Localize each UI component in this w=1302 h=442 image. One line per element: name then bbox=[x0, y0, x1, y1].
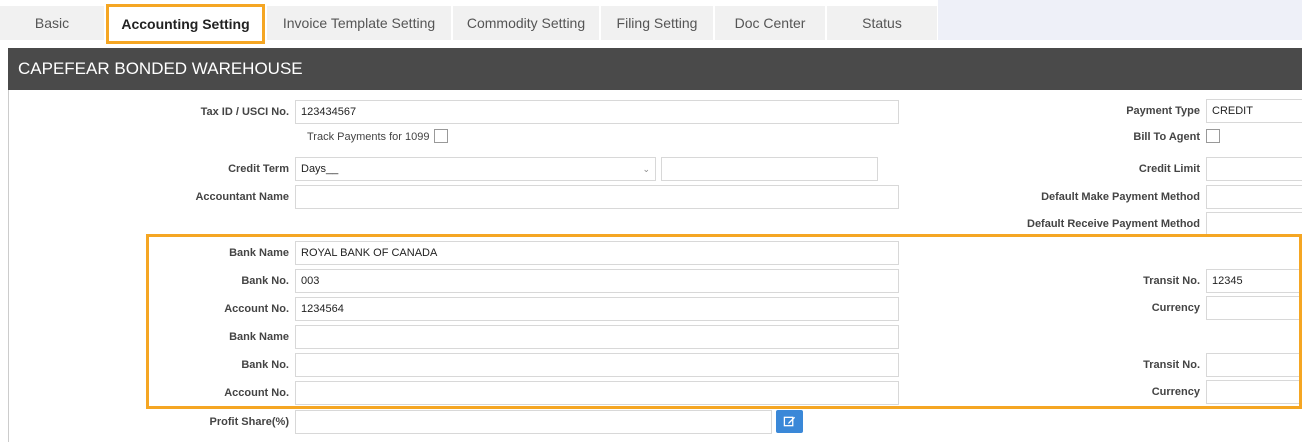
track-payments-label: Track Payments for 1099 bbox=[307, 131, 430, 143]
tab-doc-center[interactable]: Doc Center bbox=[715, 6, 825, 40]
currency-select[interactable] bbox=[1206, 296, 1302, 320]
currency-label: Currency bbox=[1151, 302, 1200, 314]
account-no-input[interactable]: 1234564 bbox=[295, 297, 899, 321]
bank-no-input[interactable]: 003 bbox=[295, 269, 899, 293]
default-receive-payment-label: Default Receive Payment Method bbox=[1027, 218, 1200, 230]
transit-no-input[interactable]: 12345 bbox=[1206, 269, 1302, 293]
tab-filing-setting[interactable]: Filing Setting bbox=[601, 6, 713, 40]
chevron-down-icon: ⌄ bbox=[642, 163, 650, 174]
bank-name-2-input[interactable] bbox=[295, 325, 899, 349]
edit-profit-share-button[interactable] bbox=[776, 410, 803, 433]
default-make-payment-select[interactable] bbox=[1206, 185, 1302, 209]
edit-icon bbox=[783, 416, 796, 427]
bank-name-2-label: Bank Name bbox=[229, 331, 289, 343]
transit-no-2-input[interactable] bbox=[1206, 353, 1302, 377]
account-no-2-input[interactable] bbox=[295, 381, 899, 405]
default-receive-payment-select[interactable] bbox=[1206, 212, 1302, 236]
currency-2-label: Currency bbox=[1151, 386, 1200, 398]
tab-status[interactable]: Status bbox=[827, 6, 937, 40]
tab-accounting-setting[interactable]: Accounting Setting bbox=[106, 4, 265, 44]
payment-type-select[interactable]: CREDIT bbox=[1206, 99, 1302, 123]
bank-no-2-label: Bank No. bbox=[241, 359, 289, 371]
accountant-name-input[interactable] bbox=[295, 185, 899, 209]
account-no-label: Account No. bbox=[224, 303, 289, 315]
track-payments-checkbox[interactable] bbox=[434, 129, 448, 143]
profit-share-input[interactable] bbox=[295, 410, 772, 434]
credit-term-value: Days__ bbox=[301, 163, 339, 175]
credit-term-extra-input[interactable] bbox=[661, 157, 878, 181]
bank-name-input[interactable]: ROYAL BANK OF CANADA bbox=[295, 241, 899, 265]
transit-no-2-label: Transit No. bbox=[1143, 359, 1200, 371]
currency-2-select[interactable] bbox=[1206, 380, 1302, 404]
credit-limit-label: Credit Limit bbox=[1138, 163, 1200, 175]
tab-invoice-template-setting[interactable]: Invoice Template Setting bbox=[267, 6, 451, 40]
bank-no-2-input[interactable] bbox=[295, 353, 899, 377]
accountant-name-label: Accountant Name bbox=[195, 191, 289, 203]
bill-to-agent-checkbox[interactable] bbox=[1206, 129, 1220, 143]
bank-name-label: Bank Name bbox=[229, 247, 289, 259]
credit-term-label: Credit Term bbox=[228, 163, 289, 175]
default-make-payment-label: Default Make Payment Method bbox=[1041, 191, 1200, 203]
bill-to-agent-label: Bill To Agent bbox=[1133, 131, 1200, 143]
profit-share-label: Profit Share(%) bbox=[209, 416, 289, 428]
credit-limit-input[interactable] bbox=[1206, 157, 1302, 181]
tab-bar-filler bbox=[938, 0, 1302, 40]
bank-no-label: Bank No. bbox=[241, 275, 289, 287]
credit-term-select[interactable]: Days__ ⌄ bbox=[295, 157, 656, 181]
transit-no-label: Transit No. bbox=[1143, 275, 1200, 287]
panel-title: CAPEFEAR BONDED WAREHOUSE bbox=[8, 48, 1302, 90]
payment-type-label: Payment Type bbox=[1126, 105, 1200, 117]
tab-commodity-setting[interactable]: Commodity Setting bbox=[453, 6, 599, 40]
tax-id-label: Tax ID / USCI No. bbox=[200, 106, 289, 118]
tax-id-input[interactable]: 123434567 bbox=[295, 100, 899, 124]
tab-basic[interactable]: Basic bbox=[0, 6, 104, 40]
account-no-2-label: Account No. bbox=[224, 387, 289, 399]
